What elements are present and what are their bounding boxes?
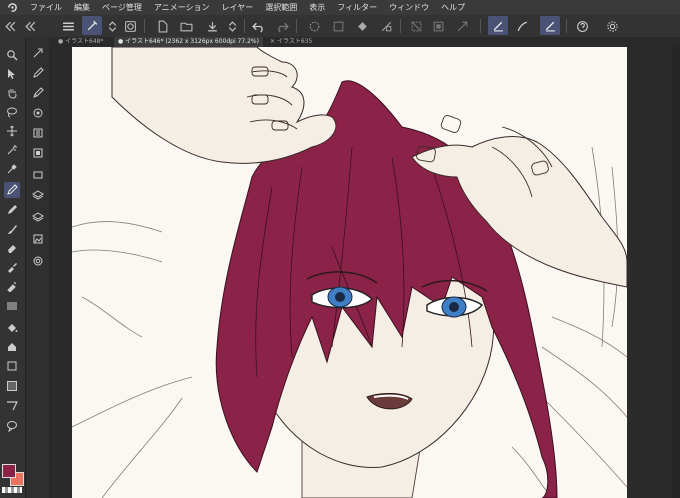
image-material-icon[interactable]	[30, 231, 46, 247]
tab-document-635[interactable]: ✕ イラスト635	[266, 37, 316, 47]
lasso-icon[interactable]	[4, 104, 20, 120]
updown-arrows-icon-2[interactable]	[224, 18, 240, 34]
expand-selection-icon[interactable]	[378, 18, 394, 34]
document-tab-bar: ● イラスト648* ● イラスト646* (2362 x 3126px 600…	[50, 37, 680, 47]
menu-filter[interactable]: フィルター	[331, 2, 383, 13]
clip-studio-logo-icon[interactable]	[0, 0, 24, 15]
ruler-icon[interactable]	[4, 398, 20, 414]
fill-icon[interactable]	[354, 18, 370, 34]
main-color-swatch[interactable]	[2, 464, 16, 478]
layer-icon[interactable]	[30, 209, 46, 225]
decoration-icon[interactable]	[4, 278, 20, 294]
menu-bar: ファイル 編集 ページ管理 アニメーション レイヤー 選択範囲 表示 フィルター…	[0, 0, 680, 15]
navigator-icon[interactable]	[30, 167, 46, 183]
redo-icon[interactable]	[274, 18, 290, 34]
subtool-marker-icon[interactable]	[30, 85, 46, 101]
help-icon[interactable]	[574, 18, 590, 34]
quick-access-icon[interactable]	[82, 16, 102, 35]
save-icon[interactable]	[204, 18, 220, 34]
airbrush-icon[interactable]	[4, 259, 20, 275]
new-file-icon[interactable]	[154, 18, 170, 34]
clear-icon[interactable]	[306, 18, 322, 34]
settings-gear-icon[interactable]	[604, 18, 620, 34]
operation-icon[interactable]	[4, 66, 20, 82]
gradient-icon[interactable]	[4, 339, 20, 355]
deselect-icon[interactable]	[408, 18, 424, 34]
collapse-left-icon[interactable]	[2, 18, 18, 34]
zoom-icon[interactable]	[4, 47, 20, 63]
collapse-subtool-icon[interactable]	[30, 45, 46, 61]
tab-label: イラスト635	[276, 38, 313, 45]
tab-document-648[interactable]: ● イラスト648*	[54, 37, 108, 47]
material-icon[interactable]	[122, 18, 138, 34]
brush-size-icon[interactable]	[30, 145, 46, 161]
subtool-pen-icon[interactable]	[30, 65, 46, 81]
brush-icon[interactable]	[4, 221, 20, 237]
command-bar	[0, 15, 680, 38]
move-icon[interactable]	[4, 123, 20, 139]
tab-document-646[interactable]: ● イラスト646* (2362 x 3126px 600dpi 77.2%)	[114, 37, 263, 47]
menu-window[interactable]: ウィンドウ	[383, 2, 435, 13]
transparent-color-swatch[interactable]	[2, 487, 22, 493]
menu-help[interactable]: ヘルプ	[435, 2, 471, 13]
menu-selection[interactable]: 選択範囲	[259, 2, 303, 13]
tab-label: イラスト648*	[65, 38, 104, 45]
eraser-icon[interactable]	[4, 240, 20, 256]
menu-page[interactable]: ページ管理	[96, 2, 148, 13]
blend-icon[interactable]	[4, 298, 20, 314]
drawing-canvas[interactable]	[72, 47, 627, 498]
pencil-icon[interactable]	[4, 202, 20, 218]
transform-icon[interactable]	[454, 18, 470, 34]
subtool-settings-icon[interactable]	[30, 105, 46, 121]
tool-palette	[0, 37, 26, 498]
search-layer-icon[interactable]	[30, 253, 46, 269]
tab-close-icon[interactable]: ✕	[270, 38, 277, 45]
fill-bucket-icon[interactable]	[4, 320, 20, 336]
clear-outside-icon[interactable]	[330, 18, 346, 34]
menu-edit[interactable]: 編集	[68, 2, 96, 13]
tab-label: イラスト646* (2362 x 3126px 600dpi 77.2%)	[125, 38, 259, 45]
menu-layer[interactable]: レイヤー	[216, 2, 260, 13]
hamburger-menu-icon[interactable]	[60, 18, 76, 34]
menu-animation[interactable]: アニメーション	[148, 2, 216, 13]
snap-special-ruler-icon[interactable]	[514, 18, 530, 34]
figure-icon[interactable]	[4, 358, 20, 374]
snap-ruler-icon[interactable]	[488, 16, 508, 35]
tool-property-icon[interactable]	[30, 125, 46, 141]
invert-selection-icon[interactable]	[430, 18, 446, 34]
undo-icon[interactable]	[250, 18, 266, 34]
menu-view[interactable]: 表示	[303, 2, 331, 13]
snap-grid-icon[interactable]	[540, 16, 560, 35]
vertical-scrollbar[interactable]	[672, 47, 680, 498]
pen-icon[interactable]	[4, 182, 20, 198]
frame-icon[interactable]	[4, 378, 20, 394]
menu-file[interactable]: ファイル	[24, 2, 68, 13]
updown-arrows-icon[interactable]	[104, 18, 120, 34]
collapse-left-icon-2[interactable]	[22, 18, 38, 34]
layer-property-icon[interactable]	[30, 187, 46, 203]
sub-tool-palette	[26, 37, 51, 498]
eyedropper-icon[interactable]	[4, 161, 20, 177]
text-balloon-icon[interactable]	[4, 418, 20, 434]
auto-select-icon[interactable]	[4, 142, 20, 158]
open-folder-icon[interactable]	[178, 18, 194, 34]
hand-icon[interactable]	[4, 85, 20, 101]
artwork	[72, 47, 627, 498]
